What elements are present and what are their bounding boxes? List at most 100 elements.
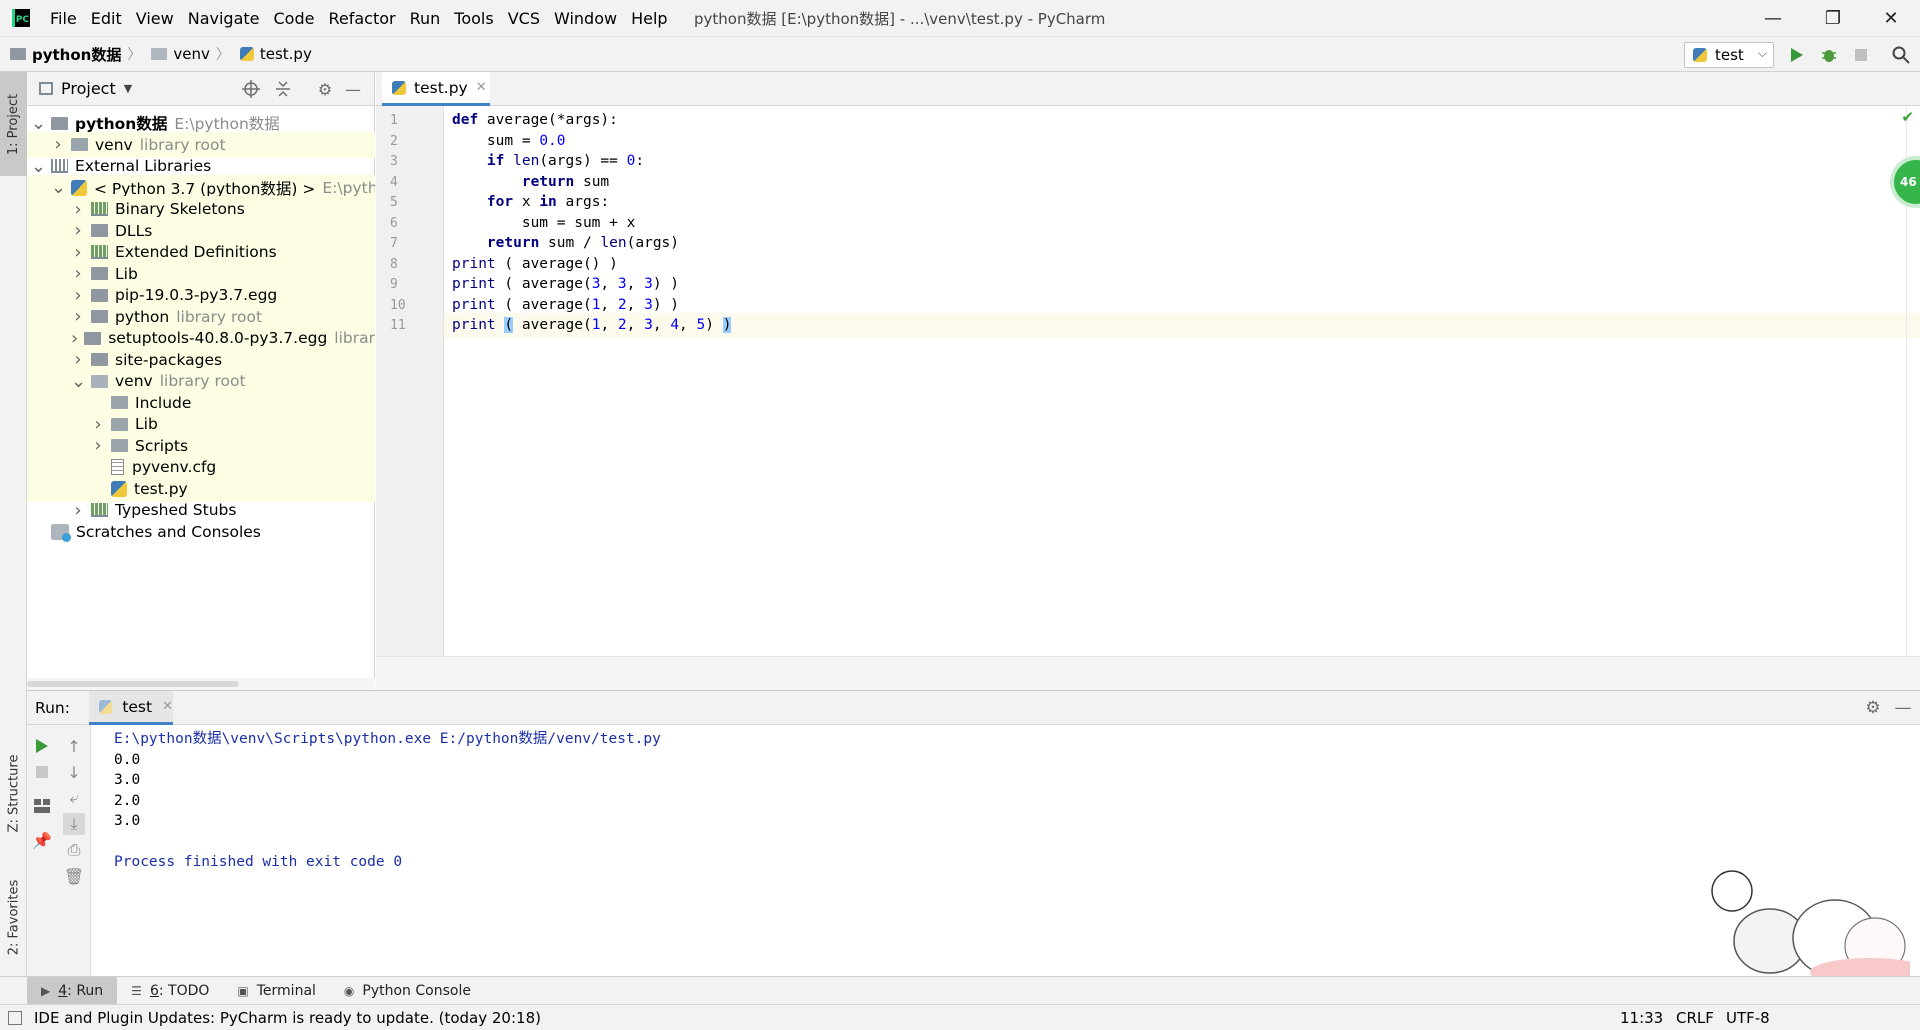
chevron-down-icon[interactable]: ⌄: [51, 177, 66, 198]
rerun-button[interactable]: [31, 735, 53, 757]
chevron-down-icon[interactable]: ⌄: [31, 113, 46, 134]
locate-file-button[interactable]: [241, 79, 261, 99]
chevron-right-icon[interactable]: ›: [71, 349, 85, 370]
menu-help[interactable]: Help: [631, 9, 667, 28]
menu-file[interactable]: File: [50, 9, 77, 28]
run-settings-button[interactable]: ⚙: [1863, 698, 1883, 718]
pin-tab-button[interactable]: 📌: [31, 829, 53, 851]
code-token: :: [635, 153, 645, 169]
tree-item-label: test.py: [134, 479, 188, 498]
chevron-down-icon[interactable]: ⌄: [31, 156, 46, 177]
run-configuration-select[interactable]: test ⌵: [1684, 42, 1774, 68]
chevron-right-icon[interactable]: ›: [71, 242, 85, 263]
restore-button[interactable]: ❐: [1804, 0, 1862, 36]
chevron-right-icon[interactable]: ›: [91, 414, 105, 435]
soft-wrap-button[interactable]: ⤶: [63, 787, 85, 809]
tool-label: Python Console: [362, 982, 471, 999]
bottom-tool-todo[interactable]: ☰ 6: TODO: [117, 977, 223, 1005]
editor-horizontal-scrollbar[interactable]: [376, 656, 1920, 690]
code-token: ,: [600, 296, 618, 313]
chevron-right-icon[interactable]: ›: [71, 199, 85, 220]
menu-run[interactable]: Run: [410, 9, 441, 28]
chevron-right-icon[interactable]: ›: [71, 500, 85, 521]
print-button[interactable]: ⎙: [63, 839, 85, 861]
breadcrumb-file[interactable]: test.py: [239, 45, 312, 63]
close-tab-icon[interactable]: ✕: [476, 80, 487, 95]
collapse-all-button[interactable]: [273, 79, 293, 99]
menu-window[interactable]: Window: [554, 9, 617, 28]
file-encoding[interactable]: UTF-8: [1726, 1009, 1770, 1027]
code-token: for: [486, 194, 514, 210]
status-toggle-icon[interactable]: [8, 1010, 22, 1025]
minimize-button[interactable]: —: [1744, 0, 1802, 36]
editor-tab-test-py[interactable]: test.py ✕: [382, 72, 490, 106]
bottom-tool-run[interactable]: ▶ 4: Run: [27, 976, 118, 1005]
status-message[interactable]: IDE and Plugin Updates: PyCharm is ready…: [34, 1009, 541, 1027]
run-console-output[interactable]: E:\python数据\venv\Scripts\python.exe E:/p…: [114, 725, 1914, 977]
chevron-right-icon[interactable]: ›: [71, 220, 85, 241]
chevron-right-icon[interactable]: ›: [71, 328, 78, 349]
tree-item[interactable]: Scratches and Consoles: [27, 519, 375, 545]
tree-horizontal-scrollbar[interactable]: [27, 678, 375, 690]
close-tab-icon[interactable]: ✕: [162, 699, 173, 714]
tool-tab-structure[interactable]: Z: Structure: [0, 738, 27, 848]
breadcrumb-venv[interactable]: venv 〉: [151, 44, 230, 64]
tree-item-label: DLLs: [115, 221, 153, 240]
chevron-right-icon[interactable]: ›: [71, 285, 85, 306]
menu-refactor[interactable]: Refactor: [328, 9, 395, 28]
caret-position[interactable]: 11:33: [1620, 1009, 1663, 1027]
scrollbar-thumb[interactable]: [27, 681, 239, 687]
menu-vcs[interactable]: VCS: [508, 9, 540, 28]
bottom-tool-terminal[interactable]: ▣ Terminal: [223, 977, 330, 1005]
bottom-tool-pythonconsole[interactable]: ◉ Python Console: [330, 977, 485, 1005]
project-settings-button[interactable]: ⚙: [315, 79, 335, 99]
code-line[interactable]: print ( average(1, 2, 3, 4, 5) ): [444, 313, 1920, 338]
stop-icon: [1855, 49, 1867, 61]
chevron-right-icon[interactable]: ›: [51, 134, 65, 155]
tree-item-hint: library root: [139, 135, 226, 154]
tree-item-label: site-packages: [115, 350, 223, 369]
search-everywhere-button[interactable]: [1890, 44, 1912, 66]
chevron-right-icon[interactable]: ›: [71, 306, 85, 327]
close-button[interactable]: ✕: [1862, 0, 1920, 36]
run-panel: Run: test ✕ ⚙ — 📌 ↑ ↓ ⤶ ⤓ ⎙ 🗑 E:\python数…: [27, 690, 1920, 977]
code-editor[interactable]: def average(*args): sum = 0.0 if len(arg…: [444, 106, 1920, 656]
breadcrumb-project[interactable]: python数据 〉: [10, 44, 141, 65]
project-panel-title[interactable]: Project: [61, 79, 116, 98]
folder-icon: [84, 331, 102, 345]
chevron-right-icon[interactable]: ›: [91, 435, 105, 456]
inspection-ok-icon[interactable]: ✔: [1901, 108, 1914, 126]
run-button[interactable]: [1786, 44, 1808, 66]
menu-navigate[interactable]: Navigate: [188, 9, 260, 28]
tool-tab-project[interactable]: 1: Project: [0, 72, 27, 176]
menu-tools[interactable]: Tools: [454, 9, 493, 28]
chevron-right-icon[interactable]: ›: [71, 263, 85, 284]
menu-view[interactable]: View: [136, 9, 174, 28]
stop-run-button[interactable]: [31, 761, 53, 783]
scroll-to-end-button[interactable]: ⤓: [63, 813, 85, 835]
menu-edit[interactable]: Edit: [91, 9, 122, 28]
chevron-down-icon[interactable]: ⌄: [71, 371, 86, 392]
debug-button[interactable]: [1818, 44, 1840, 66]
tree-item-label: python: [115, 307, 170, 326]
code-token: def: [452, 112, 479, 128]
clear-all-button[interactable]: 🗑: [63, 865, 85, 887]
line-separator[interactable]: CRLF: [1676, 1009, 1714, 1027]
bug-icon: [1822, 50, 1836, 62]
chevron-down-icon[interactable]: ▼: [124, 82, 132, 95]
hide-run-panel-button[interactable]: —: [1893, 698, 1913, 718]
code-token: 5: [696, 317, 706, 333]
layout-button[interactable]: [31, 795, 53, 817]
up-stack-button[interactable]: ↑: [63, 735, 85, 757]
tool-shortcut-key: 6: [149, 982, 159, 999]
tool-tab-favorites[interactable]: 2: Favorites: [0, 862, 27, 972]
breadcrumb-label: venv: [173, 45, 210, 63]
stop-button[interactable]: [1850, 44, 1872, 66]
down-stack-button[interactable]: ↓: [63, 761, 85, 783]
menu-code[interactable]: Code: [274, 9, 315, 28]
run-tab-test[interactable]: test ✕: [89, 691, 173, 725]
console-line: Process finished with exit code 0: [114, 854, 403, 870]
hide-panel-button[interactable]: —: [343, 79, 363, 99]
